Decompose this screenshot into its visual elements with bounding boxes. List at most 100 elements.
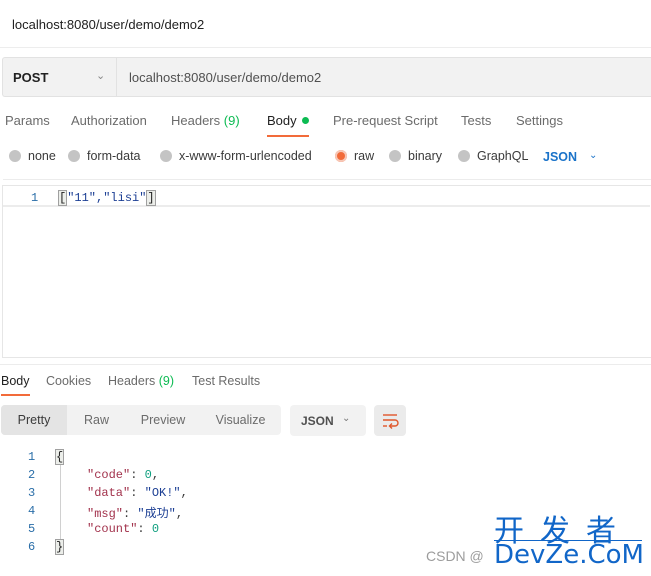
watermark-csdn: CSDN @ [426,548,484,564]
tab-params[interactable]: Params [5,113,50,128]
tab-label: Body [267,113,297,128]
raw-language-select[interactable]: JSON [543,150,577,164]
bracket-open: [ [58,190,68,206]
view-mode-segmented: Pretty Raw Preview Visualize [1,405,281,435]
radio-circle-icon [9,150,21,162]
line-code: "count": 0 [87,522,159,536]
line-code: "data": "OK!", [87,486,188,500]
line-code: "code": 0, [87,468,159,482]
json-sep: : [123,507,138,521]
response-line: 3 "data": "OK!", [0,484,400,502]
chevron-down-icon[interactable]: ⌄ [589,150,597,161]
tab-label: Tests [461,113,492,128]
radio-binary[interactable]: binary [389,149,442,163]
line-number: 3 [28,486,36,500]
response-line: 6 } [0,538,400,556]
request-bar: POST ⌄ localhost:8080/user/demo/demo2 [2,57,651,97]
radio-label: raw [354,149,375,163]
json-key: "msg" [87,507,124,521]
tab-label: Settings [516,113,563,128]
json-trail: , [175,507,184,521]
brace-open: { [55,449,65,465]
url-value: localhost:8080/user/demo/demo2 [129,70,322,85]
line-code: "msg": "成功", [87,504,183,521]
radio-label: binary [408,149,443,163]
active-tab-underline [1,394,30,396]
radio-circle-icon [389,150,401,162]
json-sep: : [130,486,145,500]
json-value: "OK!" [144,486,181,500]
watermark-brand-en: DevZe.CoM [494,540,644,570]
request-title: localhost:8080/user/demo/demo2 [12,17,205,32]
tab-pre-request-script[interactable]: Pre-request Script [333,113,438,128]
request-title-bar: localhost:8080/user/demo/demo2 [0,0,651,48]
response-tab-body[interactable]: Body [1,374,30,388]
radio-graphql[interactable]: GraphQL [458,149,528,163]
tab-settings[interactable]: Settings [516,113,563,128]
line-number: 4 [28,504,36,518]
radio-label: x-www-form-urlencoded [179,149,312,163]
radio-circle-icon [68,150,80,162]
view-visualize[interactable]: Visualize [200,405,281,435]
response-tab-headers[interactable]: Headers (9) [108,374,174,388]
response-format-select[interactable]: JSON ⌄ [290,405,366,436]
tab-authorization[interactable]: Authorization [71,113,147,128]
radio-label: none [28,149,56,163]
json-trail: , [180,486,188,500]
radio-raw[interactable]: raw [335,149,374,163]
view-raw[interactable]: Raw [67,405,126,435]
body-indicator-dot-icon [301,117,309,124]
response-line: 1 { [0,448,400,466]
tab-body[interactable]: Body [267,113,309,128]
response-line: 2 "code": 0, [0,466,400,484]
radio-circle-icon [160,150,172,162]
tab-label: Headers [108,374,156,388]
json-value: 0 [151,522,160,536]
radio-none[interactable]: none [9,149,56,163]
divider [3,179,651,180]
bracket-close: ] [146,190,156,206]
chevron-down-icon: ⌄ [96,70,106,82]
request-body-editor[interactable]: 1 ["11","lisi"] [2,179,651,358]
radio-x-www-form-urlencoded[interactable]: x-www-form-urlencoded [160,149,312,163]
json-value: "成功" [137,507,176,521]
json-key: "code" [87,468,131,482]
section-divider [0,364,651,365]
response-line: 5 "count": 0 [0,520,400,538]
chevron-down-icon: ⌄ [342,413,351,424]
tab-headers[interactable]: Headers (9) [171,113,240,128]
url-input[interactable]: localhost:8080/user/demo/demo2 [117,58,651,96]
response-tab-cookies[interactable]: Cookies [46,374,91,388]
radio-label: form-data [87,149,141,163]
tab-label: Authorization [71,113,147,128]
line-number: 6 [28,540,36,554]
line-code: ["11","lisi"] [58,190,156,206]
tab-tests[interactable]: Tests [461,113,491,128]
radio-form-data[interactable]: form-data [68,149,141,163]
radio-label: GraphQL [477,149,529,163]
view-preview[interactable]: Preview [126,405,200,435]
request-tabs: Params Authorization Headers (9) Body Pr… [0,108,651,138]
method-label: POST [13,70,49,85]
line-number: 1 [28,450,36,464]
line-number: 5 [28,522,36,536]
response-line: 4 "msg": "成功", [0,502,400,521]
response-tab-test-results[interactable]: Test Results [192,374,260,388]
wrap-lines-button[interactable] [374,405,406,436]
line-code: { [55,449,65,465]
method-select[interactable]: POST ⌄ [3,58,117,96]
tab-label: Pre-request Script [333,113,438,128]
json-value: 0 [144,468,152,482]
json-key: "data" [87,486,131,500]
wrap-lines-icon [383,414,399,429]
view-pretty[interactable]: Pretty [1,405,67,435]
headers-count: (9) [158,374,175,388]
response-tabs: Body Cookies Headers (9) Test Results [0,372,651,398]
tab-label: Params [5,113,50,128]
json-trail: , [151,468,160,482]
format-label: JSON [301,414,334,428]
radio-circle-icon [458,150,470,162]
line-number: 1 [31,191,39,205]
line-number: 2 [28,468,36,482]
editor-line: 1 ["11","lisi"] [3,189,650,207]
